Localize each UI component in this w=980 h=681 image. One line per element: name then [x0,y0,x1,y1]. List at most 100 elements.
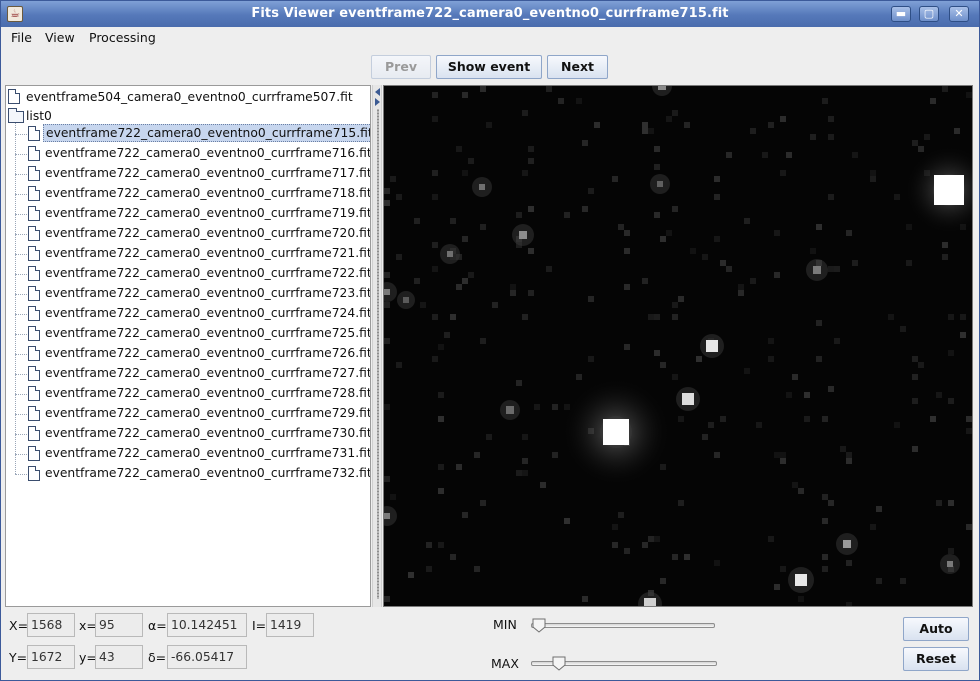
tree-file-label: eventframe722_camera0_eventno0_currframe… [45,146,371,160]
min-slider-thumb[interactable] [532,618,546,633]
star [813,266,821,274]
reset-button[interactable]: Reset [903,647,969,671]
divider-grip [377,109,379,599]
tree-file-item[interactable]: eventframe722_camera0_eventno0_currframe… [28,124,370,144]
tree-file-item[interactable]: eventframe722_camera0_eventno0_currframe… [28,144,370,164]
tree-file-item[interactable]: eventframe722_camera0_eventno0_currframe… [28,224,370,244]
tree-file-label: eventframe722_camera0_eventno0_currframe… [45,386,371,400]
file-icon [28,246,40,261]
tree-file-item[interactable]: eventframe722_camera0_eventno0_currframe… [28,164,370,184]
menu-bar: File View Processing [1,27,979,48]
tree-file-item[interactable]: eventframe722_camera0_eventno0_currframe… [28,184,370,204]
tree-file-item[interactable]: eventframe722_camera0_eventno0_currframe… [28,424,370,444]
minimize-button[interactable]: ▬ [891,6,911,22]
star [658,86,666,90]
next-button[interactable]: Next [547,55,608,79]
delta-label: δ= [148,650,167,665]
auto-button[interactable]: Auto [903,617,969,641]
tree-connector [15,154,27,155]
star [706,340,718,352]
file-tree[interactable]: eventframe504_camera0_eventno0_currframe… [5,85,371,607]
star-field-image [384,86,972,606]
tree-connector [15,174,27,175]
tree-folder-label: list0 [26,109,52,123]
fits-image-view[interactable] [383,85,973,607]
star [506,406,514,414]
tree-connector [15,294,27,295]
tree-connector [15,134,27,135]
X-coordinate-field[interactable]: 1568 [27,613,75,637]
file-icon [28,166,40,181]
file-icon [28,346,40,361]
file-icon [28,226,40,241]
file-icon [28,366,40,381]
window-title: Fits Viewer eventframe722_camera0_eventn… [251,6,729,21]
star [403,297,409,303]
tree-connector [15,354,27,355]
tree-connector [15,434,27,435]
tree-file-item[interactable]: eventframe722_camera0_eventno0_currframe… [28,284,370,304]
tree-file-label: eventframe722_camera0_eventno0_currframe… [45,346,371,360]
show-event-button[interactable]: Show event [436,55,542,79]
declination-field[interactable]: -66.05417 [167,645,247,669]
min-label: MIN [493,617,517,632]
tree-file-label: eventframe722_camera0_eventno0_currframe… [45,166,371,180]
tree-connector [15,234,27,235]
tree-root-file[interactable]: eventframe504_camera0_eventno0_currframe… [8,88,353,108]
y-pixel-field[interactable]: 43 [95,645,143,669]
Y-coordinate-field[interactable]: 1672 [27,645,75,669]
file-icon [28,326,40,341]
menu-view[interactable]: View [45,30,75,45]
star [934,175,964,205]
tree-file-item[interactable]: eventframe722_camera0_eventno0_currframe… [28,324,370,344]
tree-connector [15,214,27,215]
star [384,513,390,519]
split-pane-divider[interactable] [372,85,382,607]
intensity-field[interactable]: 1419 [266,613,314,637]
star [644,598,656,606]
tree-file-item[interactable]: eventframe722_camera0_eventno0_currframe… [28,384,370,404]
star [479,184,485,190]
star [947,561,953,567]
collapse-left-icon[interactable] [375,88,380,96]
tree-file-item[interactable]: eventframe722_camera0_eventno0_currframe… [28,264,370,284]
X-label: X= [9,618,29,633]
tree-connector [15,334,27,335]
tree-file-label: eventframe722_camera0_eventno0_currframe… [45,286,371,300]
collapse-right-icon[interactable] [375,98,380,106]
max-slider-thumb[interactable] [552,656,566,671]
x-pixel-field[interactable]: 95 [95,613,143,637]
tree-file-item[interactable]: eventframe722_camera0_eventno0_currframe… [28,244,370,264]
tree-file-item[interactable]: eventframe722_camera0_eventno0_currframe… [28,444,370,464]
tree-file-item[interactable]: eventframe722_camera0_eventno0_currframe… [28,304,370,324]
star [603,419,629,445]
tree-connector [15,194,27,195]
tree-connector [15,374,27,375]
file-icon [28,466,40,481]
star [682,393,694,405]
maximize-button[interactable]: ▢ [919,6,939,22]
max-slider[interactable] [531,656,717,671]
star [384,289,390,295]
tree-file-item[interactable]: eventframe722_camera0_eventno0_currframe… [28,404,370,424]
menu-file[interactable]: File [11,30,32,45]
tree-file-item[interactable]: eventframe722_camera0_eventno0_currframe… [28,204,370,224]
tree-connector [15,274,27,275]
min-slider[interactable] [531,618,715,633]
tree-file-item[interactable]: eventframe722_camera0_eventno0_currframe… [28,364,370,384]
tree-file-label: eventframe722_camera0_eventno0_currframe… [45,206,371,220]
close-button[interactable]: ✕ [949,6,969,22]
prev-button[interactable]: Prev [371,55,431,79]
alpha-label: α= [148,618,167,633]
file-icon [28,206,40,221]
tree-file-label: eventframe722_camera0_eventno0_currframe… [43,124,370,142]
right-ascension-field[interactable]: 10.142451 [167,613,247,637]
tree-file-item[interactable]: eventframe722_camera0_eventno0_currframe… [28,344,370,364]
menu-processing[interactable]: Processing [89,30,156,45]
tree-file-item[interactable]: eventframe722_camera0_eventno0_currframe… [28,464,370,484]
tree-file-label: eventframe722_camera0_eventno0_currframe… [45,326,371,340]
file-icon [28,266,40,281]
tree-connector [15,414,27,415]
file-icon [28,286,40,301]
file-icon [28,306,40,321]
